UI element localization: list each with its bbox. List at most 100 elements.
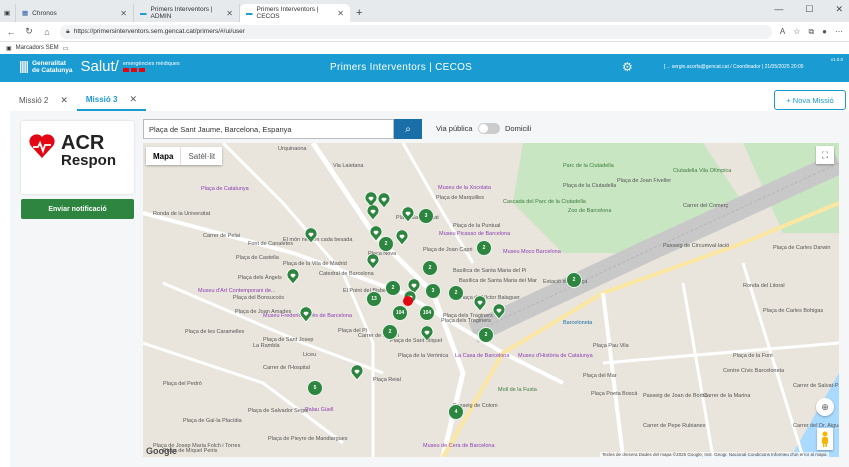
map-pin-icon[interactable] bbox=[299, 307, 313, 323]
user-info[interactable]: [→ sergio.acorfa@gencat.cat / Coordinado… bbox=[664, 64, 804, 70]
map-cluster-marker[interactable]: 13 bbox=[366, 291, 382, 307]
map-cluster-marker[interactable]: 104 bbox=[419, 305, 435, 321]
close-window-icon[interactable]: ✕ bbox=[835, 4, 843, 15]
map-cluster-marker[interactable]: 4 bbox=[448, 404, 464, 420]
location-type-toggle[interactable] bbox=[478, 123, 500, 134]
satellite-type-button[interactable]: Satèl·lit bbox=[180, 147, 222, 165]
map-cluster-marker[interactable]: 3 bbox=[418, 208, 434, 224]
tab-missio-3[interactable]: Missió 3 ✕ bbox=[76, 89, 147, 111]
address-search: ⌕ bbox=[143, 119, 422, 139]
mission-tabs: Missió 2 ✕ Missió 3 ✕ bbox=[10, 89, 147, 111]
map-place-label: Plaça Poeta Boscà bbox=[591, 391, 638, 397]
map-pin-icon[interactable] bbox=[401, 207, 415, 223]
favorite-icon[interactable]: ☆ bbox=[793, 27, 800, 37]
send-notification-label: Enviar notificació bbox=[48, 205, 107, 213]
fullscreen-icon[interactable]: ⛶ bbox=[816, 146, 834, 164]
home-icon[interactable]: ⌂ bbox=[42, 27, 52, 37]
search-button[interactable]: ⌕ bbox=[394, 119, 422, 139]
browser-tab-label: Chronos bbox=[32, 9, 57, 17]
map-place-label: Plaça dels Traginers bbox=[441, 318, 491, 324]
bookmark-folder-icon[interactable]: ▭ bbox=[63, 45, 69, 52]
map-pin-icon[interactable] bbox=[366, 205, 380, 221]
gear-icon[interactable]: ⚙ bbox=[622, 60, 633, 74]
browser-tab-cecos[interactable]: ▬ Primers Interventors | CECOS ✕ bbox=[240, 4, 350, 22]
map-pin-icon[interactable] bbox=[366, 254, 380, 270]
map-cluster-marker[interactable]: 5 bbox=[307, 380, 323, 396]
close-icon[interactable]: ✕ bbox=[129, 94, 137, 105]
map-cluster-marker[interactable]: 2 bbox=[448, 285, 464, 301]
incident-location-icon[interactable] bbox=[402, 295, 414, 307]
salut-text: Salut/ bbox=[80, 58, 119, 75]
read-aloud-icon[interactable]: A bbox=[780, 27, 785, 37]
profile-icon[interactable]: ● bbox=[822, 27, 827, 37]
map-cluster-marker[interactable]: 104 bbox=[392, 305, 408, 321]
map-type-button[interactable]: Mapa bbox=[146, 147, 180, 165]
map-canvas[interactable]: Urquinaona Plaça de Catalunya Ronda de la … bbox=[143, 143, 839, 457]
map-place-label: Plaça de Catalunya bbox=[201, 186, 249, 192]
map-place-label: Plaça de la Verònica bbox=[398, 353, 449, 359]
collections-icon[interactable]: ⧉ bbox=[808, 27, 814, 37]
search-icon: ⌕ bbox=[405, 123, 411, 135]
browser-tab-chronos[interactable]: ▦ Chronos ✕ bbox=[16, 4, 134, 22]
url-field[interactable]: 🔒︎ https://primersinterventors.sem.genca… bbox=[60, 24, 772, 39]
acr-logo-card: ACR Respon bbox=[21, 121, 134, 194]
map-place-label: Carrer de l'Hospital bbox=[263, 365, 310, 371]
map-place-label: Plaça del Bonsuccés bbox=[233, 295, 285, 301]
logo-text-acr: ACR bbox=[61, 132, 105, 154]
map-place-label: Carrer de Pepe Rubianes bbox=[643, 423, 706, 429]
map-cluster-marker[interactable]: 2 bbox=[385, 280, 401, 296]
map-attribution[interactable]: Tecles de drecera Dades del mapa ©2025 G… bbox=[600, 452, 829, 457]
map-pin-icon[interactable] bbox=[350, 365, 364, 381]
back-icon[interactable]: ← bbox=[6, 27, 16, 37]
map-pin-icon[interactable] bbox=[286, 269, 300, 285]
send-notification-button[interactable]: Enviar notificació bbox=[21, 199, 134, 219]
map-place-label: Cascada del Parc de la Ciutadella bbox=[503, 199, 586, 205]
google-logo: Google bbox=[146, 446, 177, 456]
close-icon[interactable]: ✕ bbox=[226, 9, 233, 18]
map-pin-icon[interactable] bbox=[420, 326, 434, 342]
map-pin-icon[interactable] bbox=[473, 296, 487, 312]
close-icon[interactable]: ✕ bbox=[337, 9, 344, 18]
lock-icon: 🔒︎ bbox=[66, 27, 70, 35]
address-search-input[interactable] bbox=[143, 119, 394, 139]
map-place-label: Plaça de Castella bbox=[236, 255, 279, 261]
bookmark-icon: ▣ bbox=[6, 45, 12, 52]
tab-actions-icon[interactable]: ▣ bbox=[0, 4, 16, 22]
map-cluster-marker[interactable]: 2 bbox=[476, 240, 492, 256]
map-cluster-marker[interactable]: 2 bbox=[566, 272, 582, 288]
map-place-label: La Casa de Barcelona bbox=[455, 353, 510, 359]
minimize-icon[interactable]: — bbox=[774, 4, 783, 15]
close-icon[interactable]: ✕ bbox=[60, 95, 68, 106]
close-icon[interactable]: ✕ bbox=[120, 9, 127, 18]
map-pin-icon[interactable] bbox=[395, 230, 409, 246]
browser-tab-admin[interactable]: ▬ Primers Interventors | ADMIN ✕ bbox=[134, 4, 240, 22]
map-cluster-marker[interactable]: 2 bbox=[478, 327, 494, 343]
map-pin-icon[interactable] bbox=[304, 228, 318, 244]
map-place-label: Plaça del Pedró bbox=[163, 381, 202, 387]
map-cluster-marker[interactable]: 2 bbox=[422, 260, 438, 276]
map-place-label: Urquinaona bbox=[278, 146, 307, 152]
maximize-icon[interactable]: ☐ bbox=[805, 4, 813, 15]
map-place-label: Plaça Reial bbox=[373, 377, 401, 383]
reload-icon[interactable]: ↻ bbox=[24, 26, 34, 37]
map-place-label: Museu d'Història de Catalunya bbox=[518, 353, 593, 359]
tab-label: Missió 3 bbox=[85, 94, 118, 104]
map-cluster-marker[interactable]: 3 bbox=[425, 283, 441, 299]
pegman-icon[interactable] bbox=[817, 428, 833, 450]
map-cluster-marker[interactable]: 2 bbox=[382, 324, 398, 340]
tab-missio-2[interactable]: Missió 2 ✕ bbox=[10, 89, 77, 111]
map-place-label: Plaça Pau Vila bbox=[593, 343, 629, 349]
map-place-label: Plaça de la Ciutadella bbox=[563, 183, 617, 189]
gencat-logo-icon bbox=[20, 60, 28, 73]
my-location-icon[interactable]: ⊕ bbox=[816, 398, 834, 416]
new-tab-button[interactable]: + bbox=[350, 4, 368, 22]
bookmark-item[interactable]: Marcadors SEM bbox=[16, 45, 59, 51]
map-pin-icon[interactable] bbox=[492, 304, 506, 320]
tab-favicon-icon: ▦ bbox=[22, 10, 29, 17]
new-mission-button[interactable]: + Nova Missió bbox=[774, 90, 846, 110]
map-place-label: Museu de la Xocolata bbox=[438, 185, 491, 191]
more-icon[interactable]: ⋯ bbox=[835, 27, 843, 37]
map-place-label: Liceu bbox=[303, 352, 317, 358]
map-pin-icon[interactable] bbox=[369, 226, 383, 242]
map-place-label: Plaça de la Vila de Madrid bbox=[283, 261, 347, 267]
